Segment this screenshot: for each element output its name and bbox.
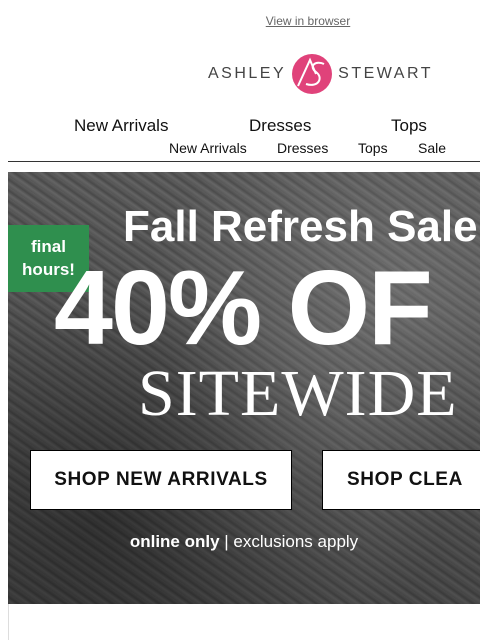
hero-banner[interactable]: final hours! Fall Refresh Sale 40% OF SIT…	[8, 172, 480, 604]
hero-footnote: online only | exclusions apply	[8, 532, 480, 552]
nav-divider	[8, 161, 480, 162]
view-in-browser-link[interactable]: View in browser	[0, 14, 480, 28]
logo-text-left: ASHLEY	[208, 65, 287, 82]
subnav-item-dresses[interactable]: Dresses	[277, 140, 328, 156]
nav-item-dresses[interactable]: Dresses	[249, 116, 311, 136]
footnote-bold: online only	[129, 532, 220, 551]
subnav-item-sale[interactable]: Sale	[418, 140, 446, 156]
logo-monogram-icon	[290, 52, 334, 96]
nav-item-new-arrivals[interactable]: New Arrivals	[74, 116, 168, 136]
footnote-rest: | exclusions apply	[224, 532, 359, 551]
shop-clearance-button[interactable]: SHOP CLEA	[322, 450, 480, 510]
shop-new-arrivals-button[interactable]: SHOP NEW ARRIVALS	[30, 450, 292, 510]
subnav-item-tops[interactable]: Tops	[358, 140, 388, 156]
hero-offer-sub: SITEWIDE	[138, 357, 458, 430]
subnav-item-new-arrivals[interactable]: New Arrivals	[169, 140, 247, 156]
hero-headline: Fall Refresh Sale	[123, 202, 478, 251]
nav-item-tops[interactable]: Tops	[391, 116, 427, 136]
hero-offer: 40% OF	[54, 249, 433, 367]
brand-logo[interactable]: ASHLEY STEWART	[208, 52, 433, 96]
logo-text-right: STEWART	[338, 65, 433, 82]
next-section	[8, 604, 480, 640]
